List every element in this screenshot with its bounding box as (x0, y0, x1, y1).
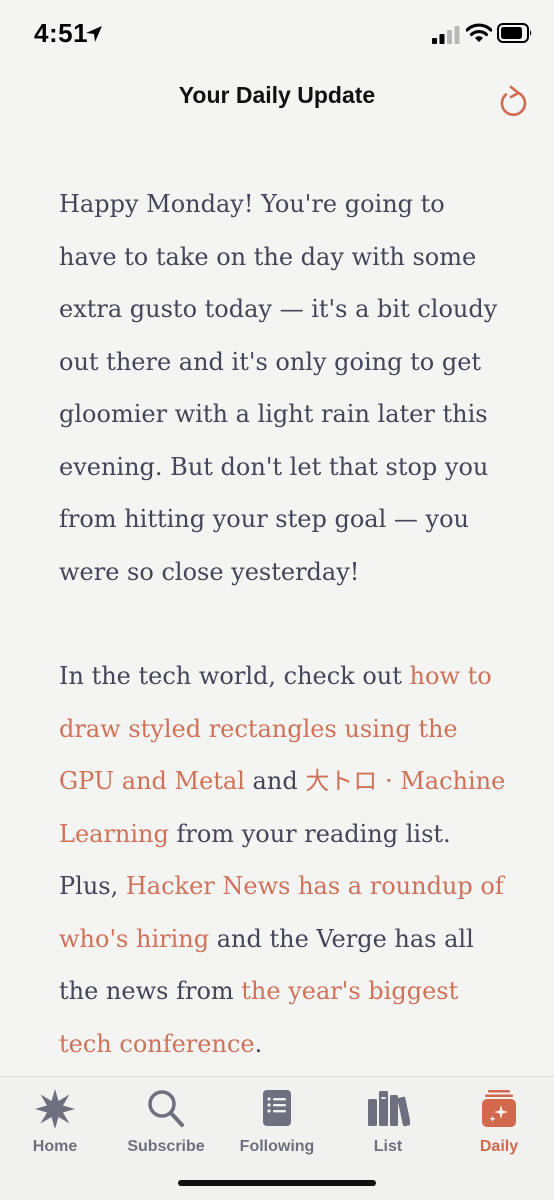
search-icon (148, 1090, 184, 1127)
home-starburst-icon (35, 1089, 75, 1129)
tab-home[interactable]: Home (0, 1085, 110, 1157)
tech-text-1: In the tech world, check out (59, 662, 410, 690)
weather-paragraph: Happy Monday! You're going to have to ta… (59, 190, 498, 586)
tab-list[interactable]: List (333, 1085, 443, 1157)
tab-following[interactable]: Following (222, 1085, 332, 1157)
document-list-icon (263, 1090, 291, 1126)
books-icon (368, 1091, 410, 1127)
tab-daily-label: Daily (479, 1138, 519, 1155)
location-arrow-icon (86, 26, 102, 42)
wifi-icon (466, 23, 492, 42)
cellular-signal-icon (432, 26, 460, 44)
tech-text-5: . (254, 1029, 263, 1058)
tech-text-2: and (244, 767, 306, 795)
tab-home-label: Home (32, 1138, 78, 1155)
daily-update-content: Happy Monday! You're going to have to ta… (59, 178, 509, 1070)
tab-subscribe[interactable]: Subscribe (111, 1085, 221, 1157)
daily-sparkle-icon (482, 1090, 516, 1127)
home-indicator (178, 1180, 376, 1186)
battery-icon (497, 23, 532, 43)
refresh-icon (500, 85, 527, 117)
status-time: 4:51 (34, 18, 89, 48)
tab-list-label: List (373, 1138, 403, 1155)
status-bar: 4:51 (0, 0, 554, 64)
tab-following-label: Following (239, 1138, 315, 1155)
page-title: Your Daily Update (178, 82, 376, 108)
refresh-button[interactable] (494, 82, 532, 120)
tab-subscribe-label: Subscribe (127, 1138, 205, 1155)
tech-paragraph: In the tech world, check out how to draw… (59, 650, 509, 1070)
tab-daily[interactable]: Daily (444, 1085, 554, 1157)
